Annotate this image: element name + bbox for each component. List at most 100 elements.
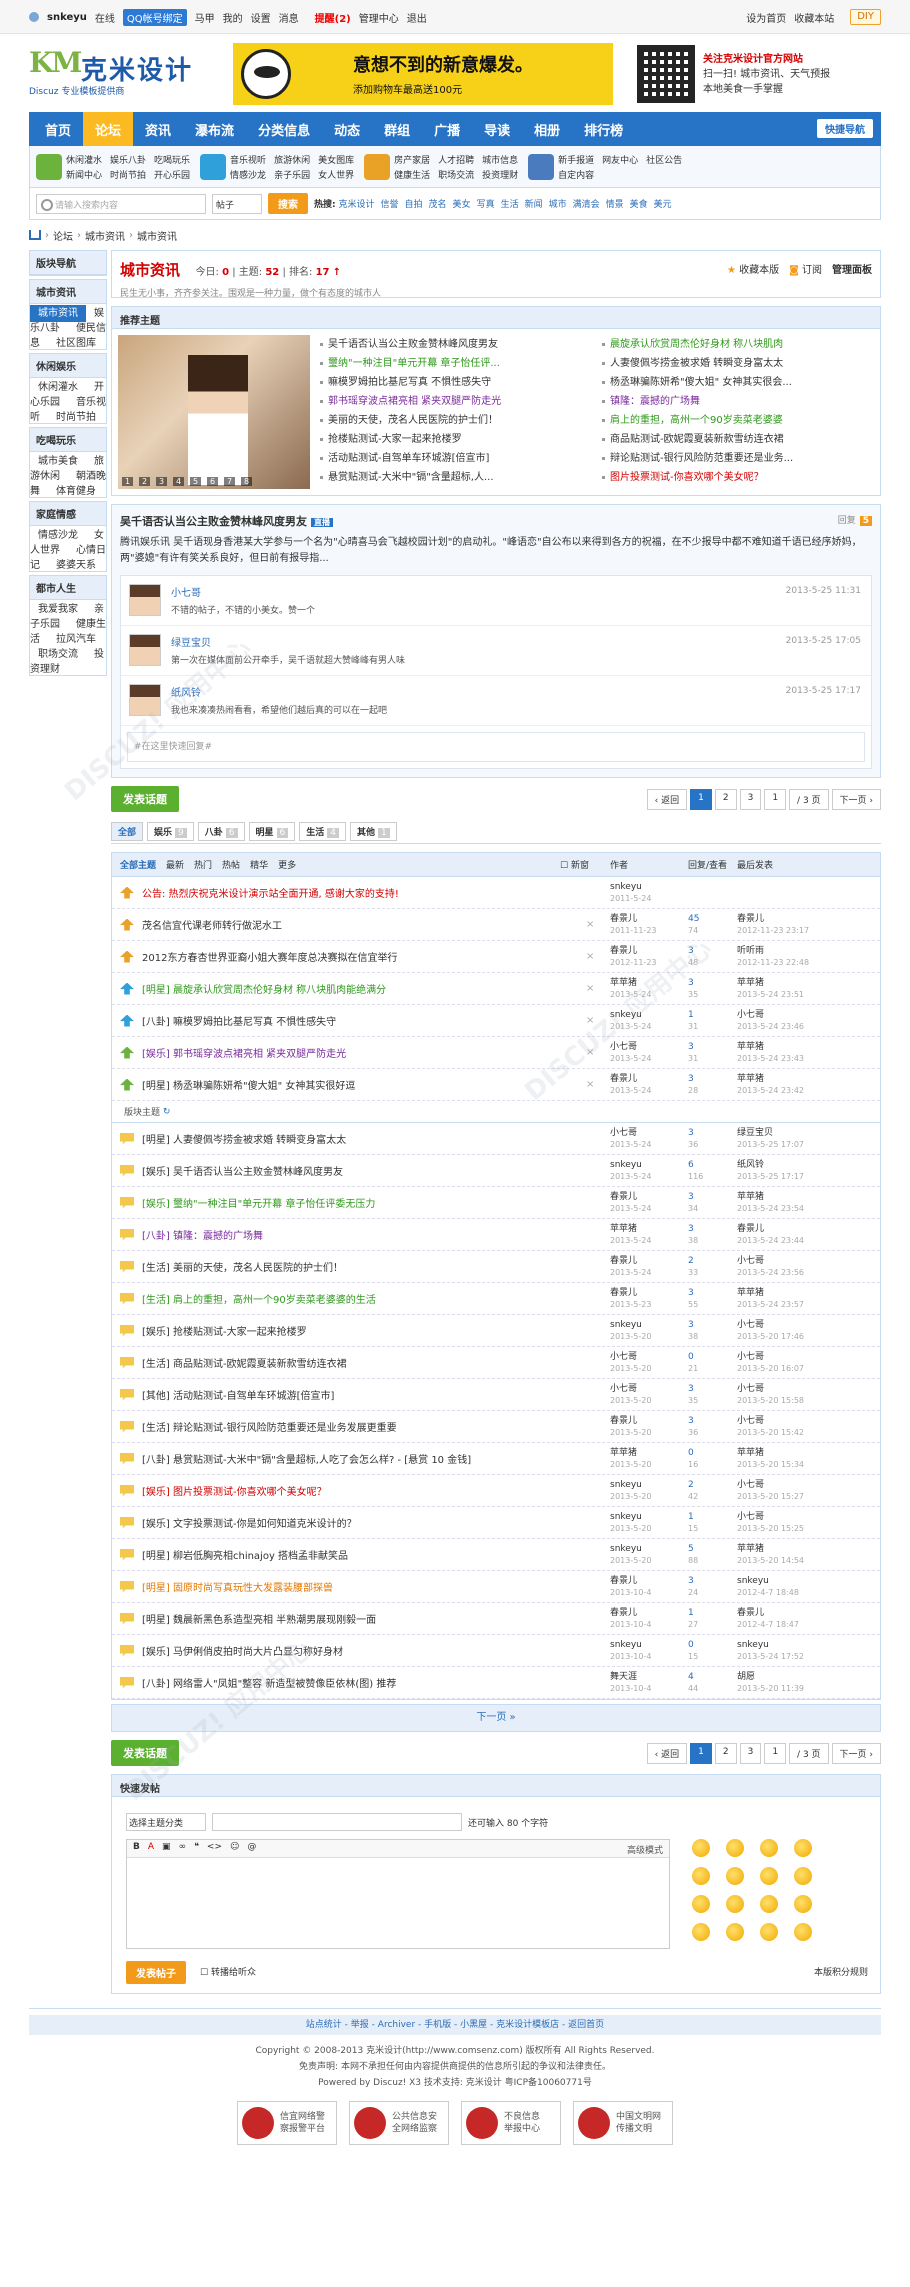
subnav-link[interactable]: 时尚节拍: [110, 168, 146, 181]
nav-item[interactable]: 瀑布流: [183, 112, 246, 146]
thread-title[interactable]: [娱乐] 图片投票测试-你喜欢哪个美女呢？: [142, 1483, 327, 1498]
close-icon[interactable]: ×: [586, 1047, 594, 1058]
subnav-link[interactable]: 休闲灌水: [66, 153, 102, 166]
hot-search-link[interactable]: 自拍: [405, 200, 423, 210]
thread-title[interactable]: [八卦] 网络雷人"凤姐"整容 新造型被赞像臣依林(图) 推荐: [142, 1675, 396, 1690]
author-name[interactable]: snkeyu: [610, 1512, 642, 1522]
last-poster[interactable]: 听听雨: [737, 946, 764, 956]
smiley-icon[interactable]: [794, 1839, 812, 1857]
author-name[interactable]: snkeyu: [610, 1544, 642, 1554]
thread-title[interactable]: [明星] 杨丞琳骗陈妍希"傻大姐" 女神其实很好逗: [142, 1077, 355, 1092]
post-thread-button[interactable]: 发表话题: [111, 1740, 179, 1766]
subject-input[interactable]: [212, 1813, 462, 1831]
slider-dot[interactable]: 6: [207, 477, 218, 486]
last-poster[interactable]: 小七哥: [737, 1010, 764, 1020]
thread-title[interactable]: [娱乐] 吴千语否认当公主败金赞林峰风度男友: [142, 1163, 343, 1178]
recommend-item[interactable]: 抢楼贴测试-大家一起来抢楼罗: [320, 430, 592, 449]
search-button[interactable]: 搜索: [268, 193, 308, 214]
hot-search-link[interactable]: 城市: [549, 200, 567, 210]
hot-search-link[interactable]: 茂名: [429, 200, 447, 210]
last-poster[interactable]: 春景儿: [737, 914, 764, 924]
page-number[interactable]: 2: [714, 788, 737, 810]
page-jump-input[interactable]: 1: [764, 788, 787, 810]
top-right-link[interactable]: 收藏本站: [794, 14, 834, 25]
image-icon[interactable]: ▣: [162, 1842, 171, 1855]
page-number[interactable]: 1: [690, 788, 712, 810]
site-logo[interactable]: KM 克米设计 Discuz 专业模板提供商: [29, 46, 209, 102]
thread-filter[interactable]: 热门: [194, 858, 212, 871]
nav-item[interactable]: 排行榜: [572, 112, 635, 146]
subnav-link[interactable]: 网友中心: [602, 153, 638, 166]
hot-search-link[interactable]: 信誉: [381, 200, 399, 210]
author-name[interactable]: snkeyu: [610, 882, 642, 892]
author-name[interactable]: 春景儿: [610, 1288, 637, 1298]
breadcrumb-link[interactable]: 城市资讯: [137, 228, 177, 243]
last-poster[interactable]: snkeyu: [737, 1640, 769, 1650]
subscribe-link[interactable]: ◙ 订阅: [789, 261, 822, 276]
font-color-icon[interactable]: A: [148, 1842, 154, 1855]
close-icon[interactable]: ×: [586, 951, 594, 962]
back-button[interactable]: ‹ 返回: [646, 788, 688, 810]
smiley-icon[interactable]: [794, 1895, 812, 1913]
nav-item[interactable]: 论坛: [83, 112, 134, 146]
thread-title[interactable]: [娱乐] 璽纳"一种注目"单元开幕 章子怡任评委无压力: [142, 1195, 375, 1210]
subnav-link[interactable]: 亲子乐园: [274, 168, 310, 181]
nav-item[interactable]: 群组: [372, 112, 422, 146]
thread-title[interactable]: [娱乐] 郭书瑶穿波点裙亮相 紧夹双腿严防走光: [142, 1045, 346, 1060]
hot-search-link[interactable]: 克米设计: [338, 200, 374, 210]
author-name[interactable]: 苹苹猪: [610, 1224, 637, 1234]
author-name[interactable]: snkeyu: [610, 1320, 642, 1330]
smiley-icon[interactable]: [726, 1867, 744, 1885]
subnav-link[interactable]: 音乐视听: [230, 153, 266, 166]
last-poster[interactable]: 胡愿: [737, 1672, 755, 1682]
thread-title[interactable]: 公告: 热烈庆祝克米设计演示站全面开通, 感谢大家的支持!: [142, 885, 399, 900]
page-number[interactable]: 3: [739, 1742, 762, 1764]
link-icon[interactable]: ∞: [179, 1842, 187, 1855]
footer-badge[interactable]: 公共信息安 全网络监察: [349, 2101, 449, 2145]
next-page-link[interactable]: 下一页 ›: [831, 1742, 881, 1764]
last-poster[interactable]: 小七哥: [737, 1384, 764, 1394]
last-poster[interactable]: 小七哥: [737, 1352, 764, 1362]
author-name[interactable]: 苹苹猪: [610, 978, 637, 988]
subnav-link[interactable]: 美女图库: [318, 153, 354, 166]
manage-panel-link[interactable]: 管理面板: [832, 261, 872, 276]
avatar[interactable]: [129, 684, 161, 716]
recommend-item[interactable]: 人妻傻佩岑捞金被求婚 转瞬变身富太太: [602, 354, 874, 373]
reply-author[interactable]: 绿豆宝贝: [171, 634, 405, 649]
admin-link[interactable]: 管理中心: [359, 10, 399, 25]
smiley-icon[interactable]: [692, 1895, 710, 1913]
subnav-link[interactable]: 人才招聘: [438, 153, 474, 166]
advanced-mode-link[interactable]: 高级模式: [627, 1843, 663, 1856]
footer-badge[interactable]: 中国文明网 传播文明: [573, 2101, 673, 2145]
favorite-forum-link[interactable]: ★ 收藏本版: [727, 261, 779, 276]
author-name[interactable]: 春景儿: [610, 1192, 637, 1202]
footer-badge[interactable]: 不良信息 举报中心: [461, 2101, 561, 2145]
thread-title[interactable]: [八卦] 悬赏贴测试-大米中"镉"含量超标,人吃了会怎么样? - [悬赏 10 …: [142, 1451, 471, 1466]
post-thread-button[interactable]: 发表话题: [111, 786, 179, 812]
last-poster[interactable]: 小七哥: [737, 1256, 764, 1266]
user-menu-link[interactable]: 我的: [223, 14, 243, 25]
remind-link[interactable]: 提醒(2): [315, 10, 351, 25]
footer-link[interactable]: 返回首页: [568, 2020, 604, 2030]
last-poster[interactable]: 苹苹猪: [737, 1288, 764, 1298]
sidebar-group-title[interactable]: 都市人生: [30, 576, 106, 600]
thread-title[interactable]: 2012东方春杏世界亚裔小姐大赛年度总决赛拟在信宜举行: [142, 949, 397, 964]
recommend-item[interactable]: 商品贴测试-欧妮霞夏装新款雪纺连衣裙: [602, 430, 874, 449]
last-poster[interactable]: 苹苹猪: [737, 1448, 764, 1458]
next-page-button[interactable]: 下一页 »: [111, 1704, 881, 1732]
refresh-icon[interactable]: ↻: [163, 1107, 171, 1117]
last-poster[interactable]: 苹苹猪: [737, 1544, 764, 1554]
recommend-item[interactable]: 辩论贴测试-银行风险防范重要还是业务...: [602, 449, 874, 468]
credit-rule-link[interactable]: 本版积分规则: [814, 1965, 868, 1978]
home-icon[interactable]: [29, 230, 41, 240]
footer-link[interactable]: 小黑屋: [460, 2020, 487, 2030]
thread-type-select[interactable]: 选择主题分类: [126, 1813, 206, 1831]
smiley-icon[interactable]: [692, 1923, 710, 1941]
thread-title[interactable]: [明星] 魏晨新黑色系造型亮相 半熟潮男展现刚毅一面: [142, 1611, 376, 1626]
recommend-item[interactable]: 吴千语否认当公主败金赞林峰风度男友: [320, 335, 592, 354]
subnav-link[interactable]: 女人世界: [318, 168, 354, 181]
close-icon[interactable]: ×: [586, 1079, 594, 1090]
footer-link[interactable]: 手机版: [424, 2020, 451, 2030]
type-filter[interactable]: 全部: [111, 822, 144, 841]
quick-nav-button[interactable]: 快捷导航: [817, 119, 873, 138]
